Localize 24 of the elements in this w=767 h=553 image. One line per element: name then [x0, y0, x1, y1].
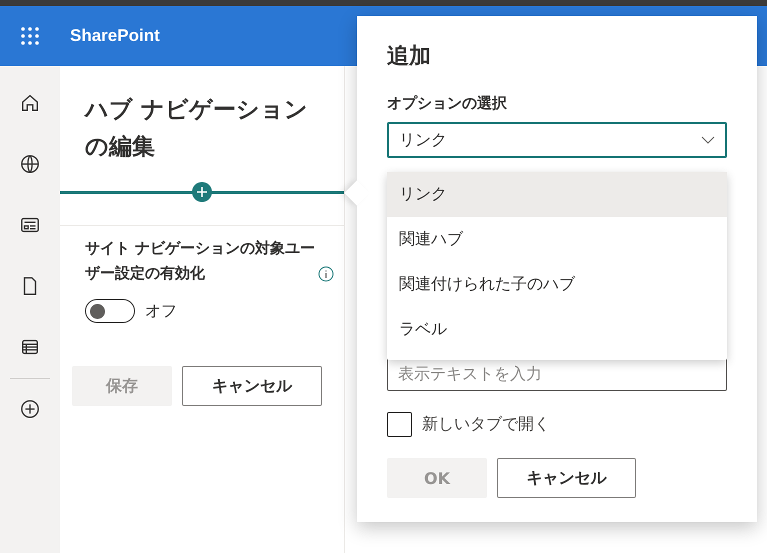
home-icon [19, 92, 41, 114]
info-icon[interactable] [318, 266, 334, 282]
panel-title: ハブ ナビゲーションの編集 [85, 96, 310, 162]
chevron-icon [701, 136, 715, 144]
cancel-button[interactable]: キャンセル [182, 366, 322, 406]
plus-icon [196, 186, 208, 198]
dropdown-option[interactable]: 関連付けられた子のハブ [387, 262, 727, 307]
add-icon [19, 398, 41, 420]
toggle-label: オフ [145, 300, 177, 322]
dropdown-option[interactable]: リンク [387, 172, 727, 217]
field-label: オプションの選択 [387, 94, 508, 113]
checkbox[interactable] [387, 412, 412, 437]
dropdown-option[interactable]: ラベル [387, 307, 727, 352]
app-name[interactable]: SharePoint [70, 26, 160, 46]
add-link-button[interactable] [192, 182, 212, 202]
app-launcher-icon[interactable] [20, 26, 40, 46]
option-dropdown[interactable]: リンク [387, 122, 727, 158]
globe-icon [19, 153, 41, 175]
setting-label: サイト ナビゲーションの対象ユーザー設定の有効化 [85, 238, 316, 284]
cancel-button[interactable]: キャンセル [497, 458, 636, 498]
checkbox-label: 新しいタブで開く [422, 414, 550, 435]
dialog-title: 追加 [387, 43, 432, 71]
dropdown-option[interactable]: 関連ハブ [387, 217, 727, 262]
toggle-switch[interactable] [85, 299, 135, 323]
